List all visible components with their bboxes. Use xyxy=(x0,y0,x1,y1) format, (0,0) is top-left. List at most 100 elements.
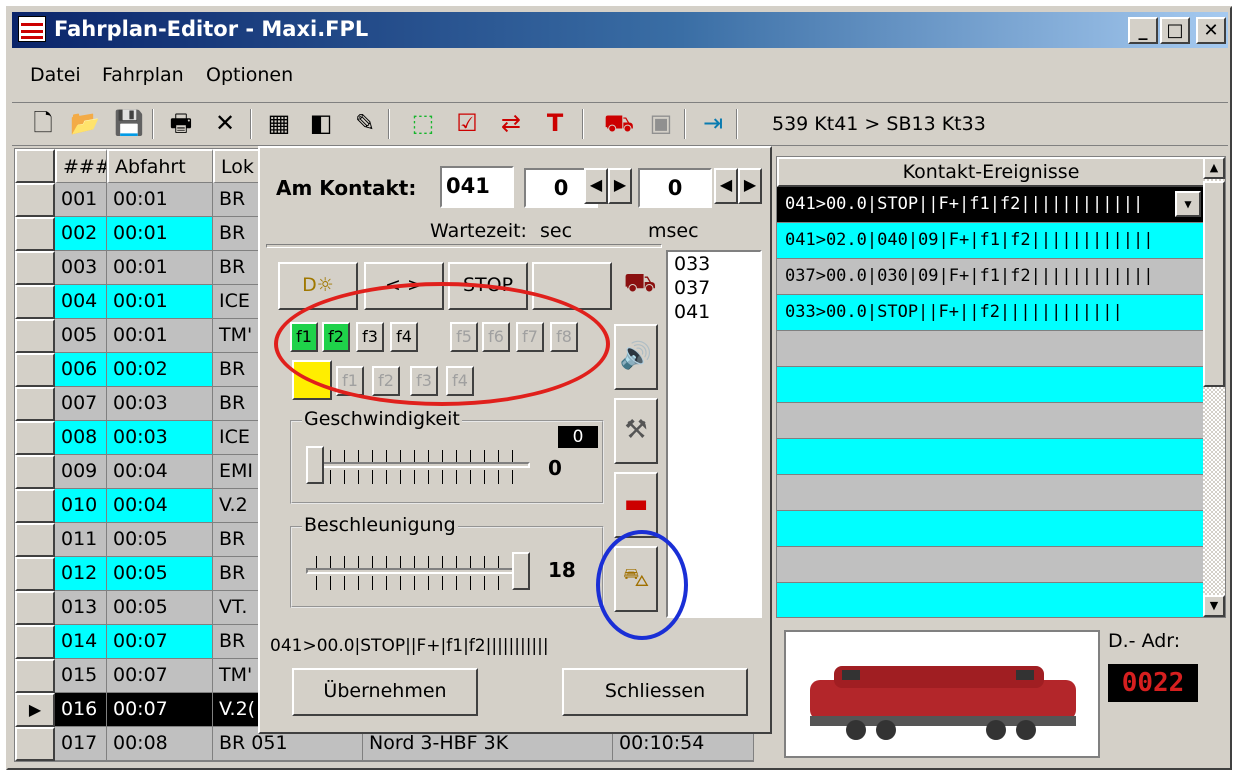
event-row[interactable]: 033>00.0|STOP||F+||f2|||||||||||| xyxy=(777,295,1205,331)
cell-number[interactable]: 009 xyxy=(55,455,107,489)
list-item[interactable]: 033 xyxy=(674,252,760,276)
cell-abfahrt[interactable]: 00:04 xyxy=(107,455,213,489)
cell-number[interactable]: 015 xyxy=(55,659,107,693)
row-indicator[interactable] xyxy=(15,285,55,319)
sec-right-arrow[interactable]: ▶ xyxy=(608,168,632,204)
event-dropdown-arrow[interactable]: ▼ xyxy=(1175,191,1201,217)
delete-icon[interactable]: ✕ xyxy=(208,107,242,141)
swap-icon[interactable]: ⇄ xyxy=(494,107,528,141)
list-item[interactable]: 041 xyxy=(674,300,760,324)
cell-abfahrt[interactable]: 00:02 xyxy=(107,353,213,387)
kontakt-input[interactable]: 041 xyxy=(440,166,514,208)
col-number-header[interactable]: ### xyxy=(55,149,107,183)
table-icon[interactable]: ▦ xyxy=(262,107,296,141)
event-row[interactable] xyxy=(777,403,1205,439)
new-icon[interactable]: 🗋 xyxy=(26,107,60,141)
cell-number[interactable]: 017 xyxy=(55,727,107,761)
scroll-down-arrow[interactable]: ▼ xyxy=(1203,595,1225,617)
cell-abfahrt[interactable]: 00:05 xyxy=(107,523,213,557)
row-indicator[interactable] xyxy=(15,659,55,693)
cell-abfahrt[interactable]: 00:05 xyxy=(107,591,213,625)
title-bar[interactable]: Fahrplan-Editor - Maxi.FPL _ □ ✕ xyxy=(12,12,1228,48)
menu-datei[interactable]: Datei xyxy=(30,64,81,86)
row-indicator[interactable] xyxy=(15,217,55,251)
cell-number[interactable]: 008 xyxy=(55,421,107,455)
row-indicator[interactable] xyxy=(15,489,55,523)
schliessen-button[interactable]: Schliessen xyxy=(562,668,748,716)
cell-number[interactable]: 016 xyxy=(55,693,107,727)
cell-abfahrt[interactable]: 00:07 xyxy=(107,693,213,727)
cell-number[interactable]: 012 xyxy=(55,557,107,591)
event-row[interactable] xyxy=(777,547,1205,583)
cell-abfahrt[interactable]: 00:03 xyxy=(107,421,213,455)
speed-slider-thumb[interactable] xyxy=(306,446,324,484)
cell-number[interactable]: 005 xyxy=(55,319,107,353)
cell-abfahrt[interactable]: 00:08 xyxy=(107,727,213,761)
event-row[interactable] xyxy=(777,511,1205,547)
sec-left-arrow[interactable]: ◀ xyxy=(584,168,608,204)
cell-number[interactable]: 013 xyxy=(55,591,107,625)
col-abfahrt-header[interactable]: Abfahrt xyxy=(107,149,213,183)
row-indicator[interactable] xyxy=(15,455,55,489)
event-row[interactable] xyxy=(777,367,1205,403)
chart-icon[interactable]: ☑ xyxy=(450,107,484,141)
row-indicator[interactable] xyxy=(15,319,55,353)
cell-number[interactable]: 007 xyxy=(55,387,107,421)
row-indicator[interactable] xyxy=(15,727,55,761)
crane-icon[interactable]: ⚒ xyxy=(614,398,658,464)
sound-icon[interactable]: 🔊 xyxy=(614,324,658,390)
list-item[interactable]: 037 xyxy=(674,276,760,300)
signal-icon[interactable]: ▬ xyxy=(614,472,658,538)
panel-icon[interactable]: ◧ xyxy=(304,107,338,141)
speed-slider[interactable] xyxy=(300,444,536,488)
msec-right-arrow[interactable]: ▶ xyxy=(738,168,762,204)
pencil-icon[interactable]: ✎ xyxy=(348,107,382,141)
text-icon[interactable]: T xyxy=(538,107,572,141)
row-indicator[interactable] xyxy=(15,421,55,455)
menu-optionen[interactable]: Optionen xyxy=(206,64,293,86)
cell-abfahrt[interactable]: 00:01 xyxy=(107,319,213,353)
cell-number[interactable]: 004 xyxy=(55,285,107,319)
row-indicator[interactable] xyxy=(15,251,55,285)
event-row[interactable] xyxy=(777,331,1205,367)
cell-number[interactable]: 010 xyxy=(55,489,107,523)
select-icon[interactable]: ⬚ xyxy=(406,107,440,141)
open-icon[interactable]: 📂 xyxy=(68,107,102,141)
accel-slider[interactable] xyxy=(300,550,536,594)
cell-abfahrt[interactable]: 00:01 xyxy=(107,285,213,319)
scroll-thumb[interactable] xyxy=(1203,181,1225,387)
loco-icon[interactable]: ⛟ xyxy=(618,258,662,314)
cell-number[interactable]: 014 xyxy=(55,625,107,659)
msec-left-arrow[interactable]: ◀ xyxy=(714,168,738,204)
cell-number[interactable]: 002 xyxy=(55,217,107,251)
cell-number[interactable]: 003 xyxy=(55,251,107,285)
menu-fahrplan[interactable]: Fahrplan xyxy=(102,64,184,86)
cell-number[interactable]: 006 xyxy=(55,353,107,387)
exit-icon[interactable]: ⇥ xyxy=(696,107,730,141)
events-scrollbar[interactable]: ▲ ▼ xyxy=(1203,157,1225,617)
minimize-button[interactable]: _ xyxy=(1128,17,1158,44)
event-row[interactable]: 041>02.0|040|09|F+|f1|f2|||||||||||| xyxy=(777,223,1205,259)
cell-abfahrt[interactable]: 00:04 xyxy=(107,489,213,523)
loco-icon[interactable]: ⛟ xyxy=(602,107,636,141)
uebernehmen-button[interactable]: Übernehmen xyxy=(292,668,478,716)
row-indicator[interactable] xyxy=(15,523,55,557)
cell-abfahrt[interactable]: 00:01 xyxy=(107,217,213,251)
disk-icon[interactable]: ▣ xyxy=(644,107,678,141)
event-row[interactable] xyxy=(777,583,1205,617)
row-indicator[interactable] xyxy=(15,591,55,625)
accel-slider-thumb[interactable] xyxy=(512,552,530,590)
scroll-up-arrow[interactable]: ▲ xyxy=(1203,157,1225,179)
print-icon[interactable]: 🖶 xyxy=(164,107,198,141)
cell-abfahrt[interactable]: 00:01 xyxy=(107,251,213,285)
cell-abfahrt[interactable]: 00:01 xyxy=(107,183,213,217)
event-row[interactable] xyxy=(777,475,1205,511)
cell-number[interactable]: 001 xyxy=(55,183,107,217)
event-row[interactable]: 037>00.0|030|09|F+|f1|f2|||||||||||| xyxy=(777,259,1205,295)
cell-abfahrt[interactable]: 00:07 xyxy=(107,659,213,693)
save-icon[interactable]: 💾 xyxy=(112,107,146,141)
close-button[interactable]: ✕ xyxy=(1196,17,1226,44)
row-indicator[interactable] xyxy=(15,625,55,659)
row-indicator[interactable] xyxy=(15,557,55,591)
maximize-button[interactable]: □ xyxy=(1160,17,1190,44)
